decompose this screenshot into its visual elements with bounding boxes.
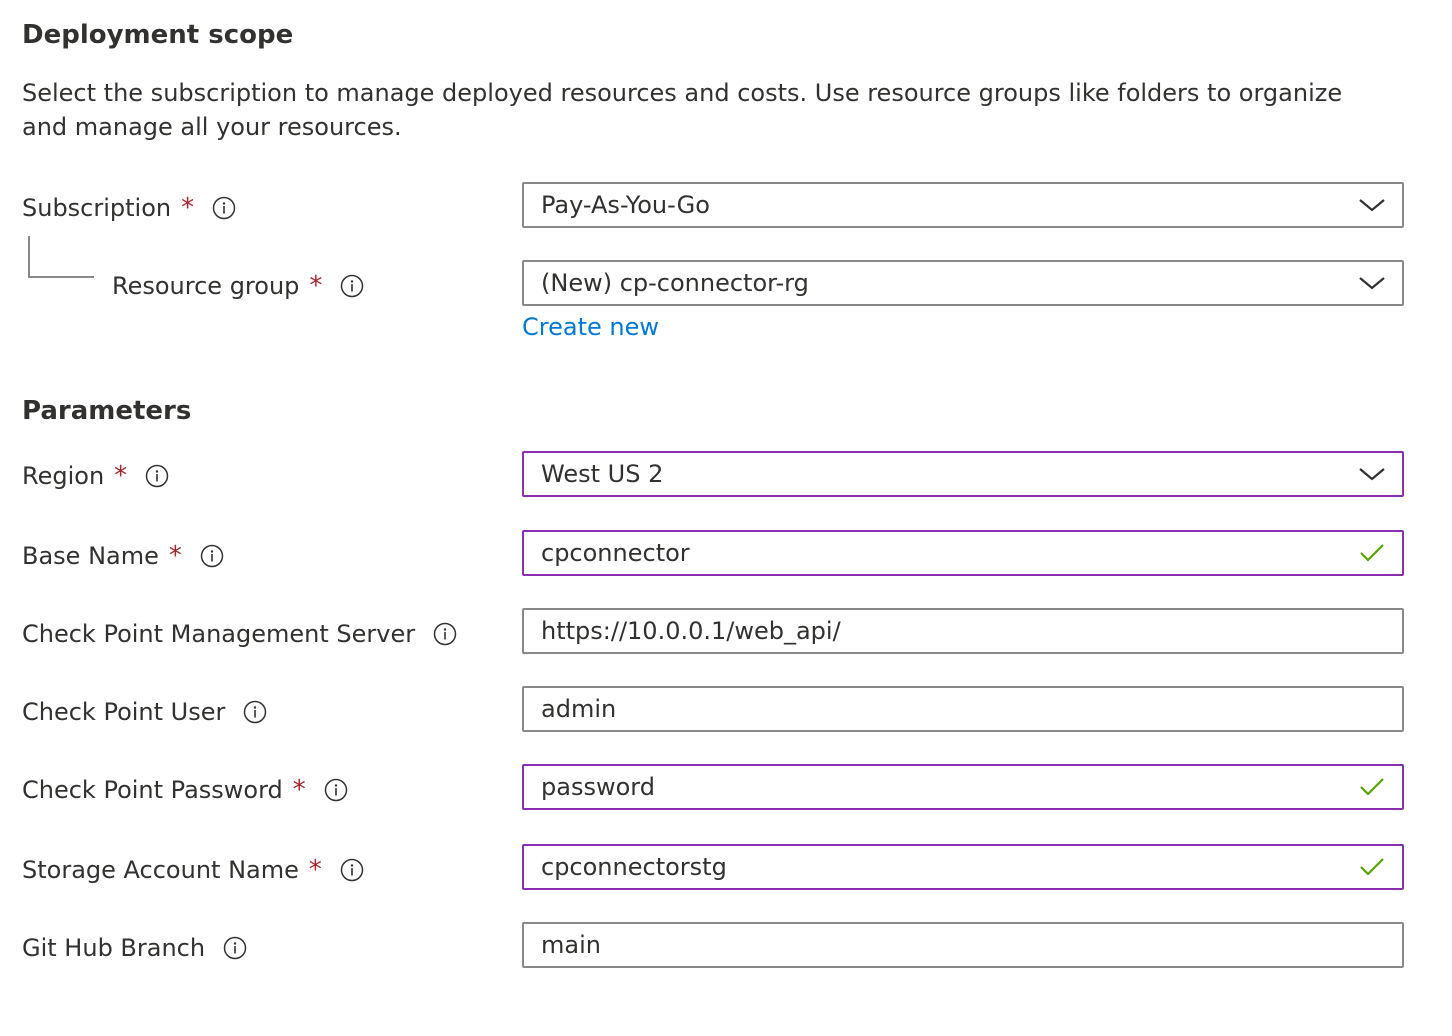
info-icon[interactable] <box>145 464 169 488</box>
hierarchy-connector <box>28 236 94 278</box>
storage-account-value: cpconnectorstg <box>541 853 727 881</box>
info-icon[interactable] <box>200 544 224 568</box>
github-branch-value: main <box>541 931 601 959</box>
resource-group-dropdown[interactable]: (New) cp-connector-rg <box>522 260 1404 306</box>
info-icon[interactable] <box>212 196 236 220</box>
info-icon[interactable] <box>340 858 364 882</box>
mgmt-server-input[interactable]: https://10.0.0.1/web_api/ <box>522 608 1404 654</box>
storage-account-input[interactable]: cpconnectorstg <box>522 844 1404 890</box>
info-icon[interactable] <box>433 622 457 646</box>
base-name-value: cpconnector <box>541 539 690 567</box>
region-value: West US 2 <box>541 460 664 488</box>
subscription-label: Subscription <box>22 194 172 222</box>
required-marker: * <box>181 193 195 223</box>
create-new-link[interactable]: Create new <box>522 311 659 343</box>
subscription-label-row: Subscription * <box>22 192 236 224</box>
info-icon[interactable] <box>340 274 364 298</box>
resource-group-value: (New) cp-connector-rg <box>541 269 809 297</box>
parameters-heading: Parameters <box>22 396 192 426</box>
region-dropdown[interactable]: West US 2 <box>522 451 1404 497</box>
checkmark-icon <box>1342 846 1402 888</box>
mgmt-server-label-row: Check Point Management Server <box>22 618 457 650</box>
required-marker: * <box>168 541 182 571</box>
user-input[interactable]: admin <box>522 686 1404 732</box>
resource-group-label-row: Resource group * <box>112 270 364 302</box>
chevron-down-icon[interactable] <box>1342 184 1402 226</box>
password-input[interactable]: password <box>522 764 1404 810</box>
github-branch-input[interactable]: main <box>522 922 1404 968</box>
base-name-input[interactable]: cpconnector <box>522 530 1404 576</box>
password-label: Check Point Password <box>22 776 283 804</box>
info-icon[interactable] <box>223 936 247 960</box>
required-marker: * <box>292 775 306 805</box>
region-label: Region <box>22 462 105 490</box>
subscription-dropdown[interactable]: Pay-As-You-Go <box>522 182 1404 228</box>
chevron-down-icon[interactable] <box>1342 262 1402 304</box>
region-label-row: Region * <box>22 460 169 492</box>
password-label-row: Check Point Password * <box>22 774 348 806</box>
chevron-down-icon[interactable] <box>1342 453 1402 495</box>
user-label: Check Point User <box>22 698 226 726</box>
mgmt-server-label: Check Point Management Server <box>22 620 416 648</box>
required-marker: * <box>308 855 322 885</box>
checkmark-icon <box>1342 766 1402 808</box>
deployment-scope-heading: Deployment scope <box>22 20 294 50</box>
info-icon[interactable] <box>243 700 267 724</box>
base-name-label-row: Base Name * <box>22 540 224 572</box>
deployment-scope-description: Select the subscription to manage deploy… <box>22 79 1343 141</box>
github-branch-label: Git Hub Branch <box>22 934 206 962</box>
resource-group-label: Resource group <box>112 272 300 300</box>
checkmark-icon <box>1342 532 1402 574</box>
mgmt-server-value: https://10.0.0.1/web_api/ <box>541 617 841 645</box>
password-value: password <box>541 773 655 801</box>
required-marker: * <box>114 461 128 491</box>
user-value: admin <box>541 695 617 723</box>
required-marker: * <box>309 271 323 301</box>
info-icon[interactable] <box>324 778 348 802</box>
user-label-row: Check Point User <box>22 696 267 728</box>
storage-account-label-row: Storage Account Name * <box>22 854 364 886</box>
storage-account-label: Storage Account Name <box>22 856 299 884</box>
github-branch-label-row: Git Hub Branch <box>22 932 247 964</box>
base-name-label: Base Name <box>22 542 159 570</box>
subscription-value: Pay-As-You-Go <box>541 191 710 219</box>
